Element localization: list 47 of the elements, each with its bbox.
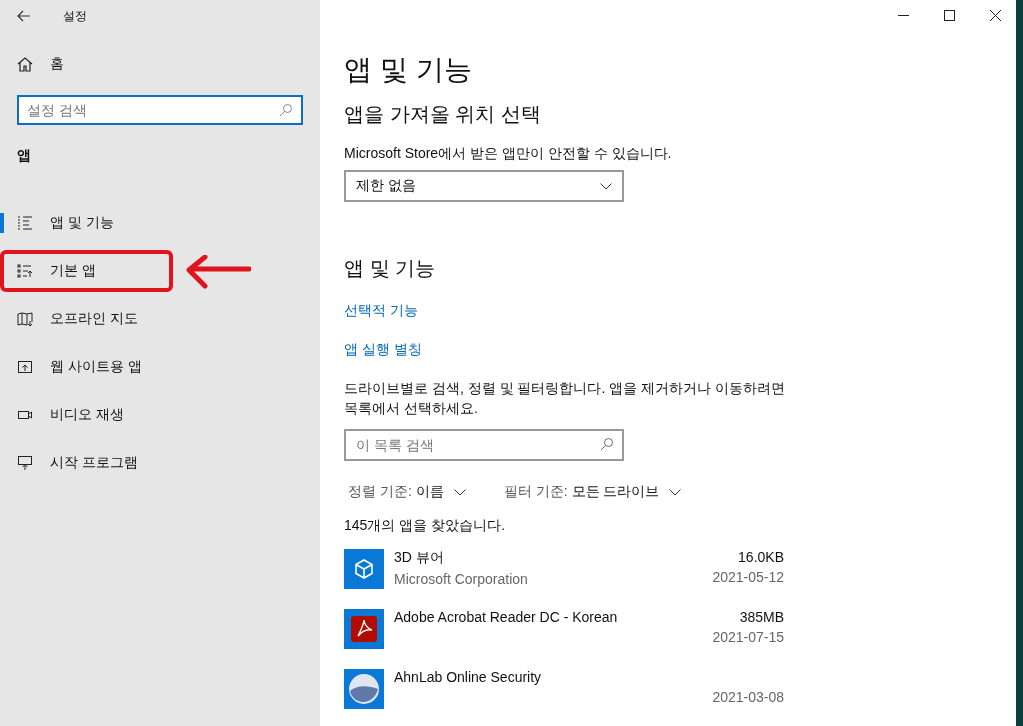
app-name: 3D 뷰어 — [394, 549, 445, 567]
app-publisher: Microsoft Corporation — [394, 571, 529, 587]
link[interactable]: 선택적 기능 — [344, 300, 418, 320]
sidebar-item[interactable]: 웹 사이트용 앱 — [0, 343, 320, 391]
sidebar-item[interactable]: 앱 및 기능 — [0, 199, 320, 247]
filter-dropdown[interactable]: 필터 기준: 모든 드라이브 — [499, 483, 682, 501]
app-icon — [344, 609, 384, 649]
maximize-icon[interactable] — [944, 10, 955, 21]
window-title: 설정 — [63, 7, 87, 25]
chevron-down-icon — [453, 488, 466, 496]
sidebar-item[interactable]: 비디오 재생 — [0, 391, 320, 439]
app-name: Adobe Acrobat Reader DC - Korean — [394, 609, 619, 625]
source-dropdown[interactable]: 제한 없음 — [344, 170, 624, 202]
sidebar-item[interactable]: 기본 앱 — [0, 247, 320, 295]
app-size: 16.0KB — [738, 549, 784, 565]
app-install-date: 2021-03-08 — [712, 689, 784, 705]
settings-search-field[interactable]: 설정 검색 — [17, 95, 303, 125]
home-nav-item[interactable]: 홈 — [0, 40, 320, 88]
description-text: 드라이브별로 검색, 정렬 및 필터링합니다. 앱을 제거하거나 이동하려면 목록에서 선택하세요. — [344, 379, 786, 418]
close-icon[interactable] — [990, 10, 1001, 21]
sidebar-item[interactable]: 시작 프로그램 — [0, 439, 320, 487]
app-list-item[interactable]: 3D 뷰어 Microsoft Corporation 16.0KB 2021-05-12 — [344, 549, 784, 595]
section-heading: 앱을 가져올 위치 선택 — [344, 102, 542, 127]
sidebar-item[interactable]: 오프라인 지도 — [0, 295, 320, 343]
app-install-date: 2021-07-15 — [712, 629, 784, 645]
chevron-down-icon — [600, 182, 612, 190]
section-heading: 앱 — [16, 146, 32, 165]
sort-dropdown[interactable]: 정렬 기준: 이름 — [344, 483, 466, 501]
search-icon — [600, 437, 614, 451]
section-heading: 앱 및 기능 — [344, 256, 437, 281]
app-count: 145개의 앱을 찾았습니다. — [344, 516, 507, 535]
search-icon — [279, 103, 293, 117]
app-icon — [344, 549, 384, 589]
app-list-item[interactable]: Adobe Acrobat Reader DC - Korean 385MB 2021-07-15 — [344, 609, 784, 655]
app-name: AhnLab Online Security — [394, 669, 543, 685]
home-icon — [17, 56, 33, 72]
chevron-down-icon — [669, 488, 682, 496]
app-icon — [344, 669, 384, 709]
back-arrow-icon[interactable] — [17, 10, 31, 22]
app-install-date: 2021-05-12 — [712, 569, 784, 585]
source-note: Microsoft Store에서 받은 앱만이 안전할 수 있습니다. — [344, 144, 673, 163]
pointer-arrow-drawing — [185, 255, 251, 289]
app-size: 385MB — [739, 609, 784, 625]
list-search-field[interactable]: 이 목록 검색 — [344, 429, 624, 461]
app-list-item[interactable]: AhnLab Online Security 2021-03-08 — [344, 669, 784, 715]
page-title: 앱 및 기능 — [344, 53, 473, 87]
link[interactable]: 앱 실행 별칭 — [344, 339, 422, 359]
